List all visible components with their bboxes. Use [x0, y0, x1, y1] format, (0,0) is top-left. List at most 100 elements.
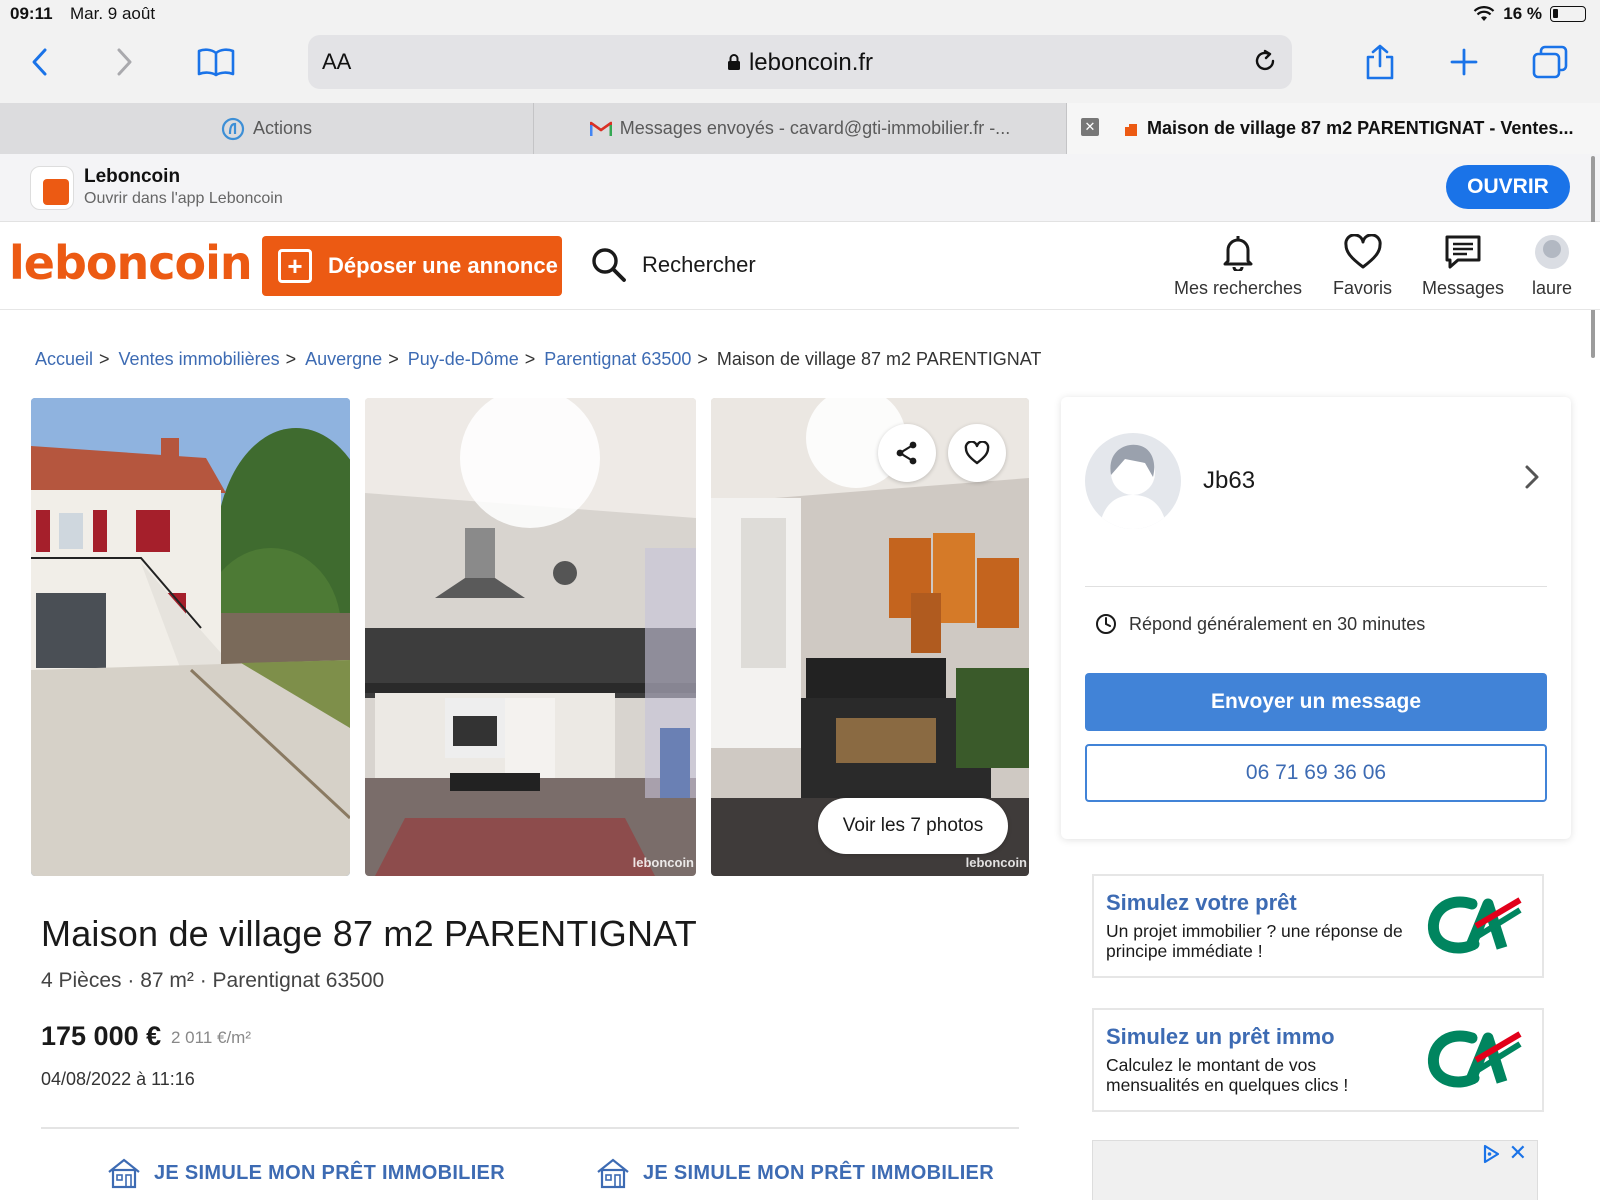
- nav-saved-searches[interactable]: Mes recherches: [1174, 230, 1302, 299]
- post-ad-label: Déposer une annonce: [328, 253, 558, 278]
- post-ad-button[interactable]: + Déposer une annonce: [262, 236, 562, 296]
- tab-gmail[interactable]: Messages envoyés - cavard@gti-immobilier…: [534, 103, 1067, 154]
- tabs-overview-button[interactable]: [1528, 40, 1572, 84]
- house-icon: [597, 1158, 629, 1189]
- breadcrumb-link-puy-de-dome[interactable]: Puy-de-Dôme: [408, 349, 519, 370]
- battery-icon: [1550, 6, 1586, 22]
- nav-label: Messages: [1422, 278, 1505, 298]
- response-time: Répond généralement en 30 minutes: [1095, 613, 1425, 635]
- house-icon: [108, 1158, 140, 1189]
- simulate-loan-link[interactable]: JE SIMULE MON PRÊT IMMOBILIER: [106, 1157, 505, 1189]
- nav-messages[interactable]: Messages: [1422, 230, 1504, 299]
- plus-square-icon: +: [278, 249, 312, 283]
- tab-label: Maison de village 87 m2 PARENTIGNAT - Ve…: [1147, 118, 1574, 138]
- breadcrumb-link-auvergne[interactable]: Auvergne: [305, 349, 382, 370]
- breadcrumb: Accueil > Ventes immobilières > Auvergne > …: [35, 349, 1042, 370]
- book-icon: [197, 48, 235, 77]
- url-text: leboncoin.fr: [748, 49, 874, 76]
- watermark: leboncoin: [632, 855, 694, 870]
- seller-avatar[interactable]: [1085, 433, 1181, 529]
- bookmarks-button[interactable]: [194, 40, 238, 84]
- leboncoin-logo[interactable]: leboncoin: [9, 236, 253, 290]
- ad-loan-simulation[interactable]: Simulez votre prêt Un projet immobilier …: [1092, 874, 1544, 978]
- ad-frame: ✕: [1092, 1140, 1538, 1200]
- lock-icon: [727, 54, 740, 70]
- chevron-left-icon: [32, 48, 47, 76]
- tabs-icon: [1532, 45, 1568, 79]
- ad-body: Un projet immobilier ? une réponse de pr…: [1106, 921, 1403, 961]
- ad-loan-simulation[interactable]: Simulez un prêt immo Calculez le montant…: [1092, 1008, 1544, 1112]
- status-right: 16 %: [1473, 4, 1586, 24]
- credit-agricole-logo: [1426, 1026, 1522, 1097]
- listing-details: 4 Pièces · 87 m² · Parentignat 63500: [41, 969, 385, 992]
- status-bar: 09:11 Mar. 9 août 16 %: [0, 0, 1600, 30]
- tab-label: Messages envoyés - cavard@gti-immobilier…: [619, 118, 1011, 138]
- simulate-loan-label: JE SIMULE MON PRÊT IMMOBILIER: [154, 1161, 505, 1184]
- search-button[interactable]: Rechercher: [590, 246, 756, 284]
- divider: [41, 1127, 1019, 1129]
- gmail-icon: [589, 121, 612, 137]
- nav-label: laure: [1532, 278, 1573, 298]
- wifi-icon: [1473, 6, 1495, 21]
- tab-actions[interactable]: Actions: [0, 103, 534, 154]
- share-listing-button[interactable]: [878, 424, 936, 482]
- ad-close-button[interactable]: ✕: [1509, 1142, 1527, 1164]
- heart-icon: [964, 441, 990, 465]
- response-time-text: Répond généralement en 30 minutes: [1129, 613, 1426, 634]
- message-icon: [1444, 230, 1482, 274]
- listing-title: Maison de village 87 m2 PARENTIGNAT: [41, 913, 697, 954]
- phone-number-button[interactable]: 06 71 69 36 06: [1085, 744, 1547, 802]
- send-message-button[interactable]: Envoyer un message: [1085, 673, 1547, 731]
- see-all-photos-button[interactable]: Voir les 7 photos: [818, 798, 1008, 854]
- back-button[interactable]: [18, 40, 62, 84]
- ad-title: Simulez votre prêt: [1106, 890, 1297, 915]
- divider: [1085, 586, 1547, 587]
- reload-icon: [1255, 49, 1275, 71]
- bell-icon: [1222, 230, 1254, 274]
- actions-tab-icon: [221, 117, 245, 141]
- breadcrumb-link-accueil[interactable]: Accueil: [35, 349, 93, 370]
- smart-app-banner: Leboncoin Ouvrir dans l'app Leboncoin OU…: [0, 154, 1600, 222]
- app-name: Leboncoin: [84, 166, 181, 187]
- listing-date: 04/08/2022 à 11:16: [41, 1069, 195, 1089]
- adchoices-icon[interactable]: [1481, 1144, 1501, 1169]
- breadcrumb-link-ventes[interactable]: Ventes immobilières: [119, 349, 280, 370]
- simulate-loan-link[interactable]: JE SIMULE MON PRÊT IMMOBILIER: [595, 1157, 994, 1189]
- nav-label: Favoris: [1333, 278, 1393, 298]
- nav-label: Mes recherches: [1174, 278, 1303, 298]
- chevron-right-icon[interactable]: [1523, 463, 1541, 496]
- new-tab-button[interactable]: [1442, 40, 1486, 84]
- seller-card: Jb63 Répond généralement en 30 minutes E…: [1061, 397, 1571, 839]
- nav-favorites[interactable]: Favoris: [1333, 230, 1392, 299]
- credit-agricole-logo: [1426, 892, 1522, 963]
- leboncoin-app-icon: [30, 166, 74, 210]
- photo-kitchen[interactable]: leboncoin: [365, 398, 696, 876]
- clock-icon: [1096, 614, 1116, 634]
- app-subtitle: Ouvrir dans l'app Leboncoin: [84, 190, 283, 207]
- address-bar[interactable]: AA leboncoin.fr: [308, 35, 1292, 89]
- chevron-right-icon: [117, 48, 132, 76]
- nav-account[interactable]: laure: [1532, 230, 1572, 299]
- breadcrumb-link-parentignat[interactable]: Parentignat 63500: [544, 349, 691, 370]
- seller-name[interactable]: Jb63: [1203, 467, 1255, 495]
- share-button[interactable]: [1358, 40, 1402, 84]
- tab-listing-active[interactable]: ✕ Maison de village 87 m2 PARENTIGNAT - …: [1067, 103, 1600, 154]
- site-header: leboncoin + Déposer une annonce Recherch…: [0, 222, 1600, 310]
- status-time: 09:11: [10, 4, 53, 23]
- photo-exterior[interactable]: [31, 398, 350, 876]
- simulate-loan-label: JE SIMULE MON PRÊT IMMOBILIER: [643, 1161, 994, 1184]
- tab-close-button[interactable]: ✕: [1081, 118, 1099, 136]
- search-icon: [592, 248, 626, 282]
- price-per-m2: 2 011 €/m²: [171, 1028, 252, 1047]
- ad-title: Simulez un prêt immo: [1106, 1024, 1335, 1049]
- share-icon: [1366, 44, 1394, 80]
- reload-button[interactable]: [1252, 48, 1278, 79]
- open-app-button[interactable]: OUVRIR: [1446, 165, 1570, 209]
- forward-button[interactable]: [102, 40, 146, 84]
- heart-icon: [1343, 230, 1383, 274]
- tab-bar: Actions Messages envoyés - cavard@gti-im…: [0, 103, 1600, 154]
- leboncoin-favicon: [1123, 120, 1139, 137]
- url-display[interactable]: leboncoin.fr: [308, 49, 1292, 77]
- watermark: leboncoin: [965, 855, 1027, 870]
- favorite-listing-button[interactable]: [948, 424, 1006, 482]
